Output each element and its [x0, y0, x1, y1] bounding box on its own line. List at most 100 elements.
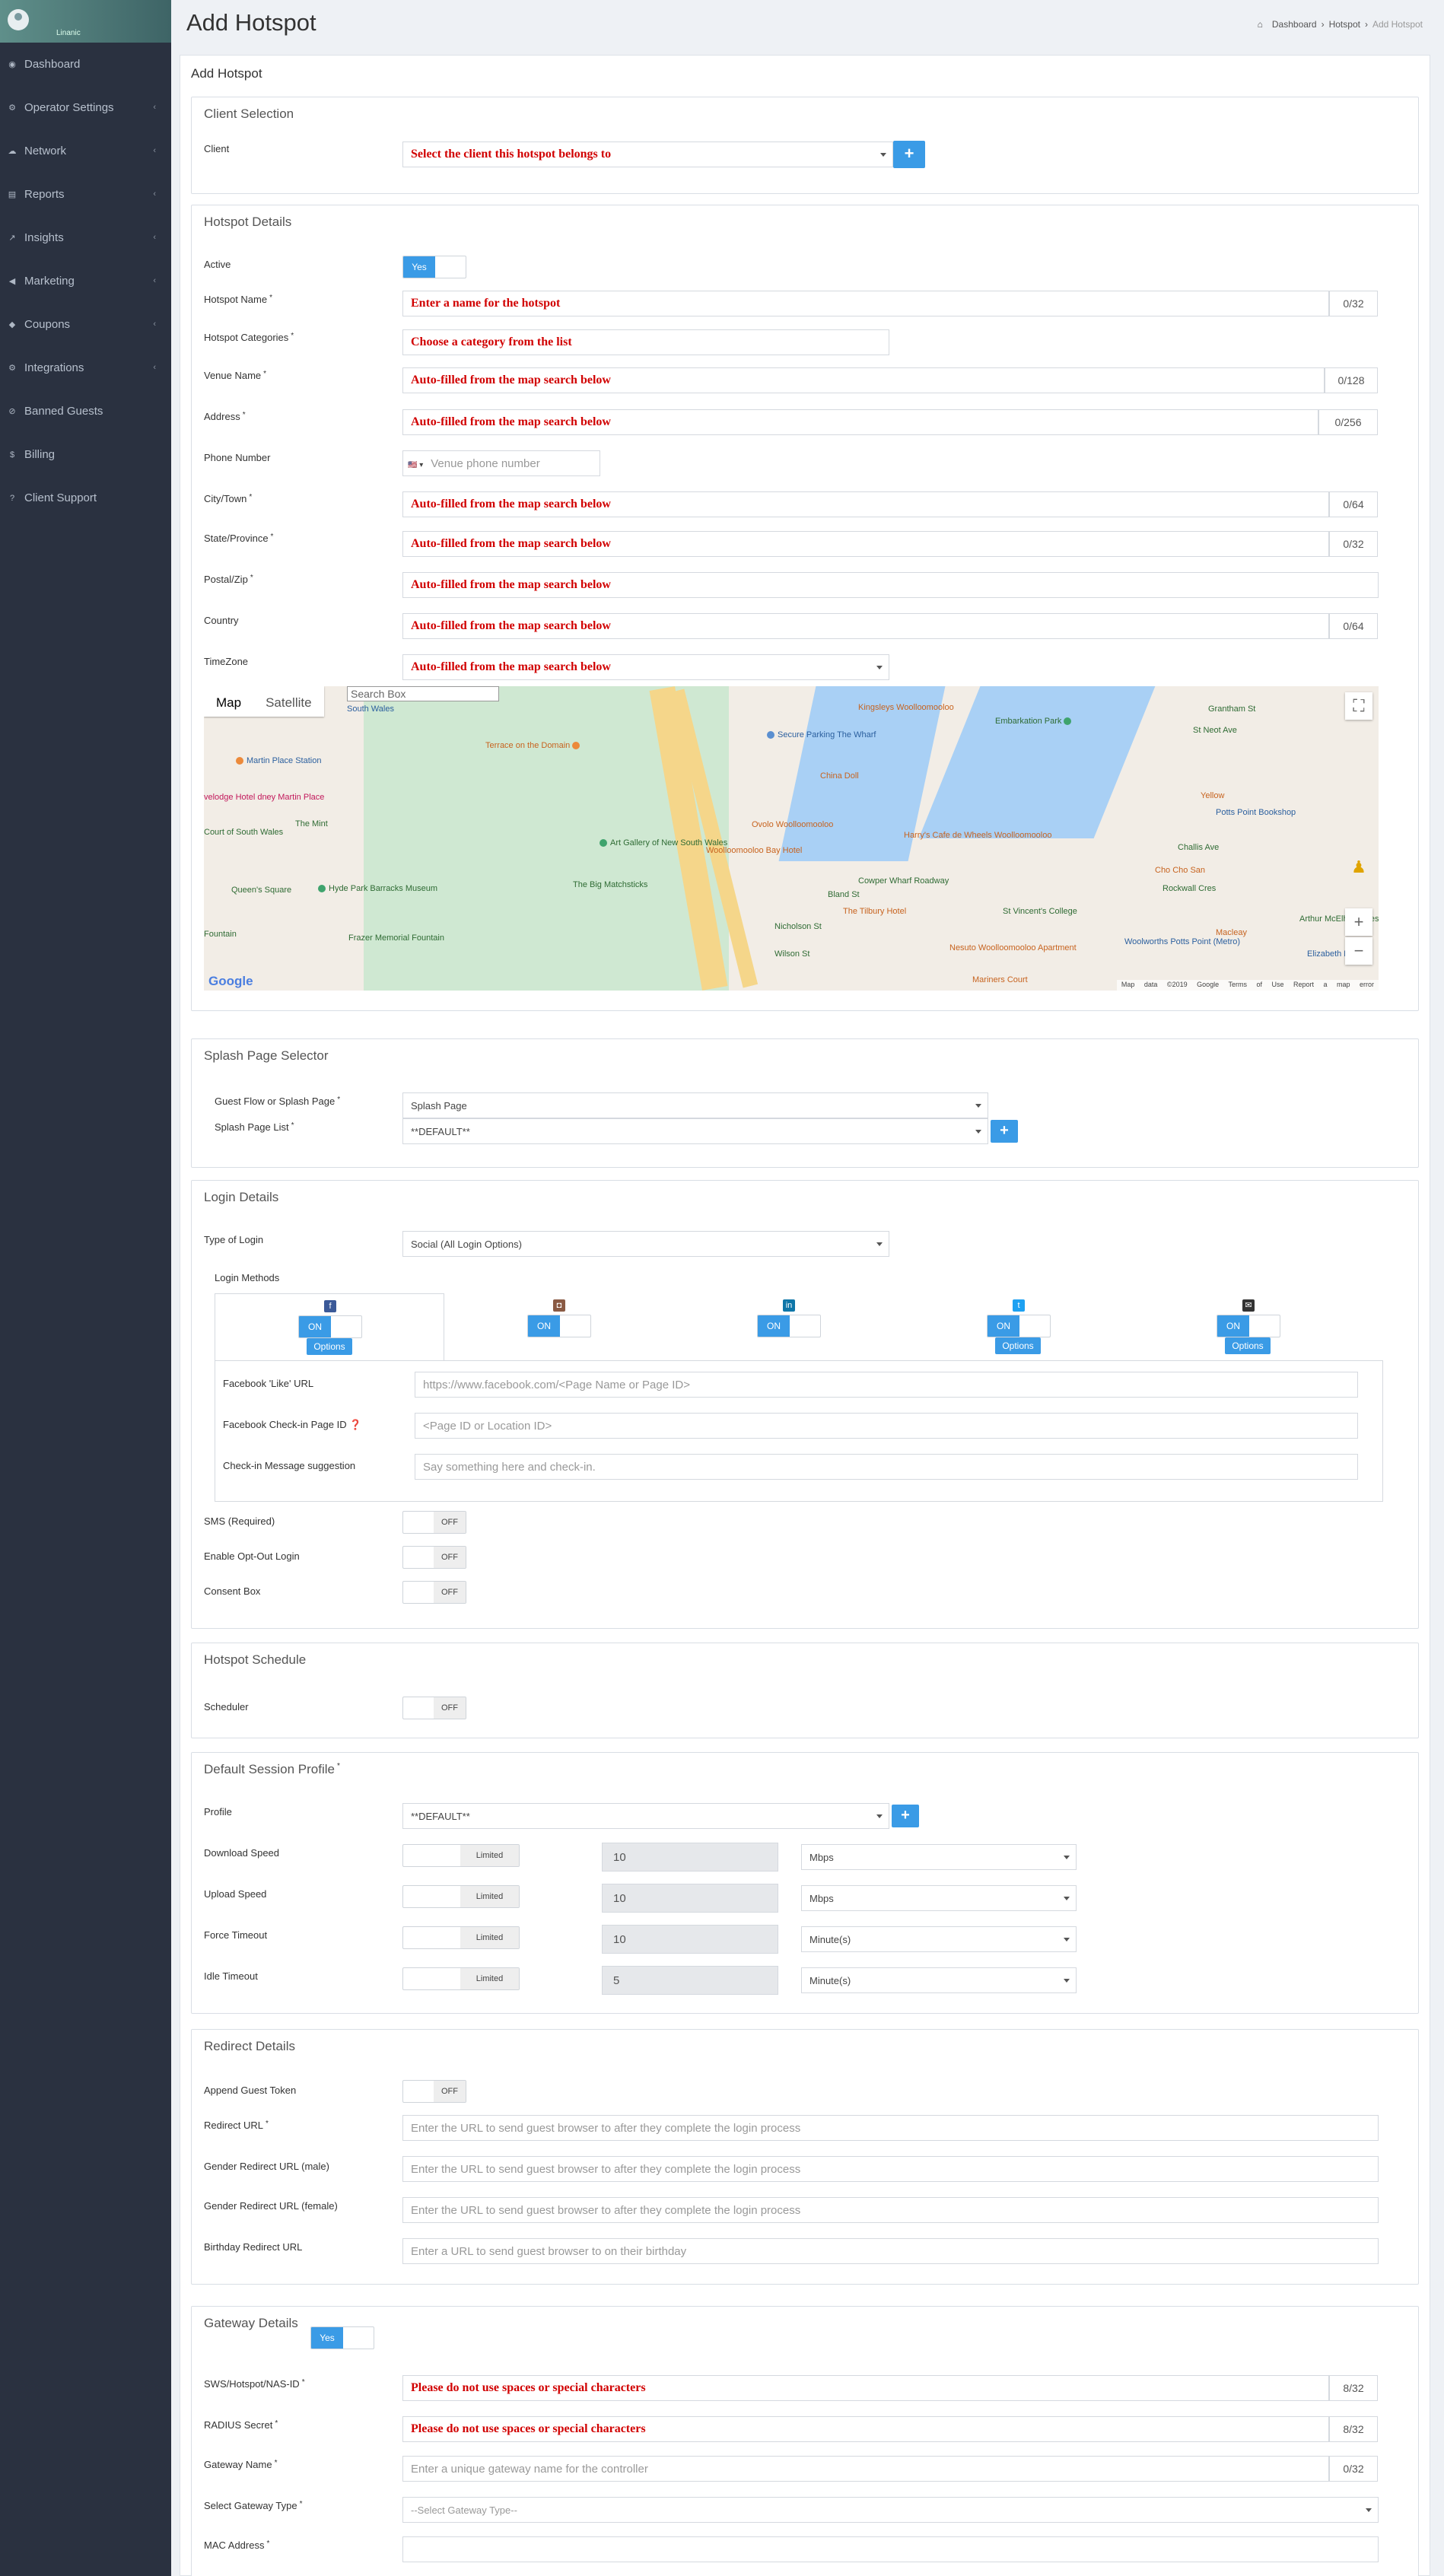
- facebook-options-button[interactable]: Options: [307, 1338, 352, 1355]
- map-search-input[interactable]: Search Box: [347, 686, 499, 701]
- location-map[interactable]: Deutsche Bank South Wales Martin Place S…: [204, 686, 1379, 991]
- map-footer[interactable]: Map data ©2019 Google Terms of Use Repor…: [1116, 980, 1379, 991]
- fb-like-url-input[interactable]: https://www.facebook.com/<Page Name or P…: [415, 1372, 1358, 1398]
- zip-input[interactable]: Auto-filled from the map search below: [402, 572, 1379, 598]
- chevron-left-icon: ‹: [153, 233, 156, 242]
- download-speed-unit-select[interactable]: Mbps: [801, 1844, 1077, 1870]
- username: Linanic: [56, 29, 81, 37]
- splash-page-section: Splash Page Selector Guest Flow or Splas…: [191, 1038, 1419, 1168]
- timezone-select[interactable]: Auto-filled from the map search below: [402, 654, 889, 680]
- sidebar-item-label: Marketing: [24, 275, 75, 288]
- upload-speed-value[interactable]: 10: [602, 1884, 778, 1913]
- twitter-options-button[interactable]: Options: [995, 1337, 1041, 1354]
- download-speed-value[interactable]: 10: [602, 1843, 778, 1872]
- upload-speed-unit-select[interactable]: Mbps: [801, 1885, 1077, 1911]
- fb-checkin-input[interactable]: <Page ID or Location ID>: [415, 1413, 1358, 1439]
- sms-toggle[interactable]: OFF: [402, 1511, 466, 1534]
- force-timeout-value[interactable]: 10: [602, 1925, 778, 1954]
- force-timeout-unit-select[interactable]: Minute(s): [801, 1926, 1077, 1952]
- city-input[interactable]: Auto-filled from the map search below: [402, 491, 1329, 517]
- sidebar-item-network[interactable]: ☁ Network ‹: [0, 129, 171, 173]
- sidebar-item-operator-settings[interactable]: ⚙ Operator Settings ‹: [0, 86, 171, 129]
- sidebar-item-label: Dashboard: [24, 58, 81, 71]
- satellite-tab[interactable]: Satellite: [253, 686, 323, 717]
- mac-address-input[interactable]: [402, 2536, 1379, 2562]
- breadcrumb-hotspot[interactable]: Hotspot: [1329, 19, 1360, 30]
- sidebar-item-dashboard[interactable]: ◉ Dashboard: [0, 43, 171, 86]
- hotspot-category-input[interactable]: Choose a category from the list: [402, 329, 889, 355]
- phone-input[interactable]: 🇺🇸 ▾ Venue phone number: [402, 450, 600, 476]
- sidebar-item-integrations[interactable]: ⚙ Integrations ‹: [0, 346, 171, 390]
- facebook-toggle[interactable]: ON: [298, 1315, 362, 1338]
- idle-timeout-unit-select[interactable]: Minute(s): [801, 1967, 1077, 1993]
- panel-title: Add Hotspot: [191, 66, 262, 81]
- add-splash-button[interactable]: +: [991, 1120, 1018, 1143]
- idle-timeout-limited-toggle[interactable]: Limited: [402, 1967, 520, 1990]
- login-method-linkedin[interactable]: in ON: [674, 1293, 904, 1360]
- upload-speed-limited-toggle[interactable]: Limited: [402, 1885, 520, 1908]
- splash-page-select[interactable]: **DEFAULT**: [402, 1118, 988, 1144]
- map-tab[interactable]: Map: [204, 686, 253, 717]
- breadcrumb-dashboard[interactable]: Dashboard: [1272, 19, 1317, 30]
- guest-flow-select[interactable]: Splash Page: [402, 1092, 988, 1118]
- login-method-email[interactable]: ✉ ON Options: [1134, 1293, 1363, 1360]
- twitter-toggle[interactable]: ON: [987, 1315, 1051, 1337]
- birthday-redirect-input[interactable]: Enter a URL to send guest browser to on …: [402, 2238, 1379, 2264]
- consent-toggle[interactable]: OFF: [402, 1581, 466, 1604]
- flag-dropdown[interactable]: 🇺🇸 ▾: [408, 461, 423, 469]
- guest-token-toggle[interactable]: OFF: [402, 2080, 466, 2103]
- user-profile[interactable]: Linanic: [0, 0, 171, 43]
- male-redirect-input[interactable]: Enter the URL to send guest browser to a…: [402, 2156, 1379, 2182]
- facebook-options-panel: Facebook 'Like' URL https://www.facebook…: [215, 1360, 1383, 1502]
- sidebar-item-label: Insights: [24, 231, 64, 244]
- idle-timeout-value[interactable]: 5: [602, 1966, 778, 1995]
- add-profile-button[interactable]: +: [892, 1805, 919, 1827]
- sidebar-item-billing[interactable]: $ Billing: [0, 433, 171, 476]
- login-method-facebook[interactable]: f ON Options: [215, 1293, 444, 1360]
- fullscreen-icon[interactable]: ⛶: [1345, 692, 1372, 720]
- instagram-toggle[interactable]: ON: [527, 1315, 591, 1337]
- zoom-in-button[interactable]: +: [1345, 908, 1372, 936]
- nas-id-input[interactable]: Please do not use spaces or special char…: [402, 2375, 1329, 2401]
- profile-select[interactable]: **DEFAULT**: [402, 1803, 889, 1829]
- gateway-type-select[interactable]: --Select Gateway Type--: [402, 2497, 1379, 2523]
- email-toggle[interactable]: ON: [1217, 1315, 1280, 1337]
- venue-name-input[interactable]: Auto-filled from the map search below: [402, 367, 1325, 393]
- pegman-icon[interactable]: ♟: [1345, 854, 1372, 881]
- sidebar-item-insights[interactable]: ↗ Insights ‹: [0, 216, 171, 259]
- avatar[interactable]: [8, 9, 29, 30]
- login-type-select[interactable]: Social (All Login Options): [402, 1231, 889, 1257]
- optout-toggle[interactable]: OFF: [402, 1546, 466, 1569]
- help-icon[interactable]: ❓: [349, 1419, 361, 1430]
- scheduler-toggle[interactable]: OFF: [402, 1697, 466, 1719]
- sidebar-item-banned-guests[interactable]: ⊘ Banned Guests: [0, 390, 171, 433]
- sidebar-item-coupons[interactable]: ◆ Coupons ‹: [0, 303, 171, 346]
- hotspot-name-input[interactable]: Enter a name for the hotspot: [402, 291, 1329, 316]
- add-client-button[interactable]: +: [893, 141, 925, 168]
- checkin-message-input[interactable]: Say something here and check-in.: [415, 1454, 1358, 1480]
- redirect-url-input[interactable]: Enter the URL to send guest browser to a…: [402, 2115, 1379, 2141]
- gateway-toggle[interactable]: Yes: [310, 2326, 374, 2349]
- radius-secret-input[interactable]: Please do not use spaces or special char…: [402, 2416, 1329, 2442]
- gateway-name-input[interactable]: Enter a unique gateway name for the cont…: [402, 2456, 1329, 2482]
- country-label: Country: [204, 615, 239, 626]
- login-method-twitter[interactable]: t ON Options: [904, 1293, 1134, 1360]
- client-select[interactable]: Select the client this hotspot belongs t…: [402, 142, 893, 167]
- female-redirect-input[interactable]: Enter the URL to send guest browser to a…: [402, 2197, 1379, 2223]
- active-toggle[interactable]: Yes: [402, 256, 466, 278]
- zoom-out-button[interactable]: −: [1345, 937, 1372, 965]
- dashboard-icon: ◉: [8, 59, 16, 69]
- sidebar-item-marketing[interactable]: ◀ Marketing ‹: [0, 259, 171, 303]
- address-input[interactable]: Auto-filled from the map search below: [402, 409, 1318, 435]
- login-method-instagram[interactable]: ◘ ON: [444, 1293, 674, 1360]
- download-speed-limited-toggle[interactable]: Limited: [402, 1844, 520, 1867]
- sidebar-item-reports[interactable]: ▤ Reports ‹: [0, 173, 171, 216]
- state-input[interactable]: Auto-filled from the map search below: [402, 531, 1329, 557]
- section-title: Hotspot Schedule: [204, 1652, 307, 1667]
- sidebar-item-client-support[interactable]: ? Client Support: [0, 476, 171, 520]
- linkedin-toggle[interactable]: ON: [757, 1315, 821, 1337]
- chevron-left-icon: ‹: [153, 363, 156, 372]
- country-input[interactable]: Auto-filled from the map search below: [402, 613, 1329, 639]
- email-options-button[interactable]: Options: [1225, 1337, 1271, 1354]
- force-timeout-limited-toggle[interactable]: Limited: [402, 1926, 520, 1949]
